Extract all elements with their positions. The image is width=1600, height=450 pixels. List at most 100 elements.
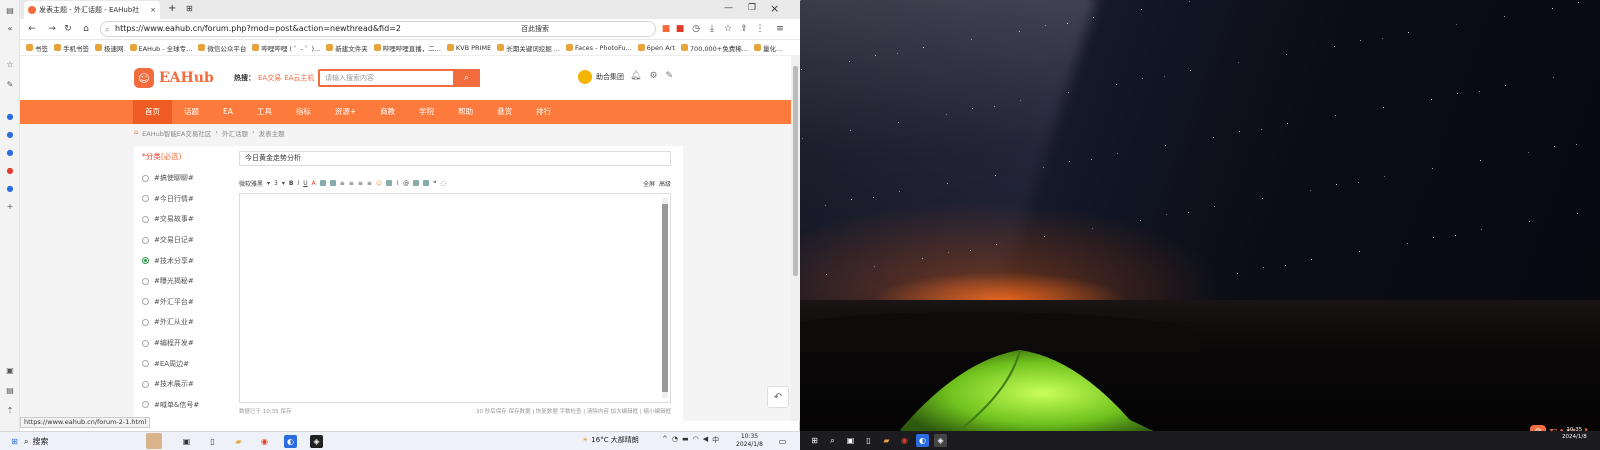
- align-center-icon[interactable]: ≡: [349, 180, 354, 187]
- nav-item[interactable]: 排行: [524, 100, 563, 124]
- radio-icon[interactable]: [142, 174, 149, 182]
- site-logo[interactable]: ☺ EAHub: [134, 68, 214, 88]
- hot-link-1[interactable]: EA交易: [258, 74, 281, 82]
- user-menu[interactable]: 助合集团: [578, 70, 624, 84]
- highlight-icon[interactable]: [319, 180, 326, 186]
- download-icon[interactable]: ⤓: [706, 23, 718, 35]
- more-icon[interactable]: ⋮: [754, 23, 766, 35]
- wifi-icon[interactable]: ◠: [693, 435, 699, 445]
- browser-taskbar-icon[interactable]: ◐: [916, 434, 929, 447]
- back-to-top-button[interactable]: ↶: [767, 386, 789, 408]
- menu-icon[interactable]: ≡: [774, 23, 786, 35]
- fullscreen-button[interactable]: 全屏: [643, 179, 655, 188]
- notification-icon[interactable]: ▭: [776, 435, 789, 448]
- category-option[interactable]: #EA周边#: [142, 353, 226, 374]
- app-icon-1[interactable]: ●: [4, 110, 16, 122]
- bookmark-item[interactable]: EAHub - 全球专...: [129, 43, 192, 53]
- link-icon[interactable]: [329, 180, 336, 186]
- collapse-icon[interactable]: «: [4, 22, 16, 34]
- new-tab-icon[interactable]: +: [168, 3, 176, 14]
- tab-close-icon[interactable]: ×: [150, 6, 156, 14]
- radio-icon[interactable]: [142, 236, 149, 244]
- nav-item[interactable]: 学院: [407, 100, 446, 124]
- app-icon-4[interactable]: ●: [4, 164, 16, 176]
- taskbar-clock[interactable]: 10:35 2024/1/8: [736, 433, 763, 449]
- browser-taskbar-icon[interactable]: ◐: [284, 435, 297, 448]
- bookmark-item[interactable]: 6pen Art: [637, 44, 675, 52]
- underline-icon[interactable]: U: [303, 180, 307, 187]
- nav-item[interactable]: 话题: [172, 100, 211, 124]
- reload-icon[interactable]: ↻: [62, 23, 74, 35]
- radio-icon[interactable]: [142, 195, 149, 203]
- category-option[interactable]: #技术展示#: [142, 374, 226, 395]
- edit-icon[interactable]: ✎: [666, 71, 674, 81]
- app-icon-2[interactable]: ●: [4, 128, 16, 140]
- ime-indicator[interactable]: 中: [712, 435, 719, 445]
- file-explorer-icon[interactable]: ▰: [232, 435, 245, 448]
- editor-scrollbar[interactable]: [662, 198, 668, 398]
- url-icon[interactable]: @: [403, 180, 409, 187]
- favorites-icon[interactable]: ☆: [4, 58, 16, 70]
- bookmark-item[interactable]: 量化...: [753, 43, 782, 53]
- bookmark-item[interactable]: 极速网: [95, 43, 124, 53]
- quote-icon[interactable]: ❝: [433, 180, 436, 187]
- app-taskbar-icon[interactable]: ◈: [310, 435, 323, 448]
- bookmark-item[interactable]: Faces - PhotoFu...: [565, 44, 632, 52]
- category-option[interactable]: #交易故事#: [142, 209, 226, 230]
- align-right-icon[interactable]: ≡: [358, 180, 363, 187]
- app-icon-5[interactable]: ●: [4, 182, 16, 194]
- history-icon[interactable]: ◷: [690, 23, 702, 35]
- size-select[interactable]: 3: [274, 180, 278, 187]
- tray-app-icon[interactable]: ▬: [682, 435, 689, 445]
- category-option[interactable]: #曝光揭秘#: [142, 271, 226, 292]
- media-icon[interactable]: [413, 180, 420, 186]
- advanced-button[interactable]: 高级: [659, 179, 671, 188]
- add-icon[interactable]: +: [4, 200, 16, 212]
- volume-icon[interactable]: ◀: [703, 435, 708, 445]
- gear-icon[interactable]: ⚙: [649, 71, 657, 81]
- star-icon[interactable]: ☆: [722, 23, 734, 35]
- extension-icon-2[interactable]: ■: [674, 23, 686, 35]
- extension-icon-1[interactable]: ■: [660, 23, 672, 35]
- category-option[interactable]: #喊单&信号#: [142, 395, 226, 416]
- editor-actions[interactable]: 30 秒后保存 保存数据 | 恢复数据 字数检查 | 清除内容 加大编辑框 | …: [476, 407, 671, 415]
- radio-icon[interactable]: [142, 277, 149, 285]
- breadcrumb-home[interactable]: EAHub智能EA交易社区: [142, 128, 211, 138]
- category-option[interactable]: #编程开发#: [142, 333, 226, 354]
- chrome-icon[interactable]: ◉: [898, 434, 911, 447]
- home-icon[interactable]: ⌂: [134, 128, 138, 138]
- list-icon[interactable]: ≡: [367, 180, 372, 187]
- minimize-icon[interactable]: —: [724, 3, 733, 13]
- hot-link-2[interactable]: EA云主机: [284, 74, 314, 82]
- forward-icon[interactable]: →: [46, 23, 58, 35]
- file-explorer-icon[interactable]: ▰: [880, 434, 893, 447]
- bookmark-item[interactable]: 微信公众平台: [198, 43, 246, 53]
- window-close-icon[interactable]: ×: [770, 2, 779, 15]
- download-icon[interactable]: ▤: [4, 384, 16, 396]
- task-view-icon[interactable]: ▣: [180, 435, 193, 448]
- notepad-icon[interactable]: ▯: [862, 434, 875, 447]
- app-taskbar-icon[interactable]: ◈: [934, 434, 947, 447]
- restore-icon[interactable]: ❐: [748, 3, 756, 13]
- home-icon[interactable]: ⌂: [80, 23, 92, 35]
- notepad-icon[interactable]: ▯: [206, 435, 219, 448]
- bold-icon[interactable]: B: [289, 180, 294, 187]
- chevron-up-icon[interactable]: ^: [662, 435, 668, 445]
- nav-item[interactable]: EA: [211, 100, 245, 124]
- category-option[interactable]: #技术分享#: [142, 250, 226, 271]
- page-scrollbar[interactable]: [791, 56, 800, 421]
- bookmark-item[interactable]: 手机书签: [54, 43, 89, 53]
- bookmark-item[interactable]: 新建文件夹: [326, 43, 368, 53]
- bookmark-item[interactable]: 哔哩哔哩 ( ゜- ゜)...: [252, 43, 320, 53]
- emoji-icon[interactable]: ☺: [376, 180, 382, 187]
- subject-input[interactable]: 今日黄金走势分析: [239, 151, 671, 166]
- tab-grid-icon[interactable]: ⊞: [186, 4, 193, 13]
- font-select[interactable]: 微软雅黑: [239, 179, 263, 188]
- task-view-icon[interactable]: ▣: [844, 434, 857, 447]
- category-option[interactable]: #交易日记#: [142, 230, 226, 251]
- windows-start-icon[interactable]: ⊞: [808, 434, 821, 447]
- windows-start-icon[interactable]: ⊞: [8, 435, 21, 448]
- pen-icon[interactable]: ✎: [4, 78, 16, 90]
- content-textarea[interactable]: [239, 193, 671, 403]
- nav-item[interactable]: 工具: [245, 100, 284, 124]
